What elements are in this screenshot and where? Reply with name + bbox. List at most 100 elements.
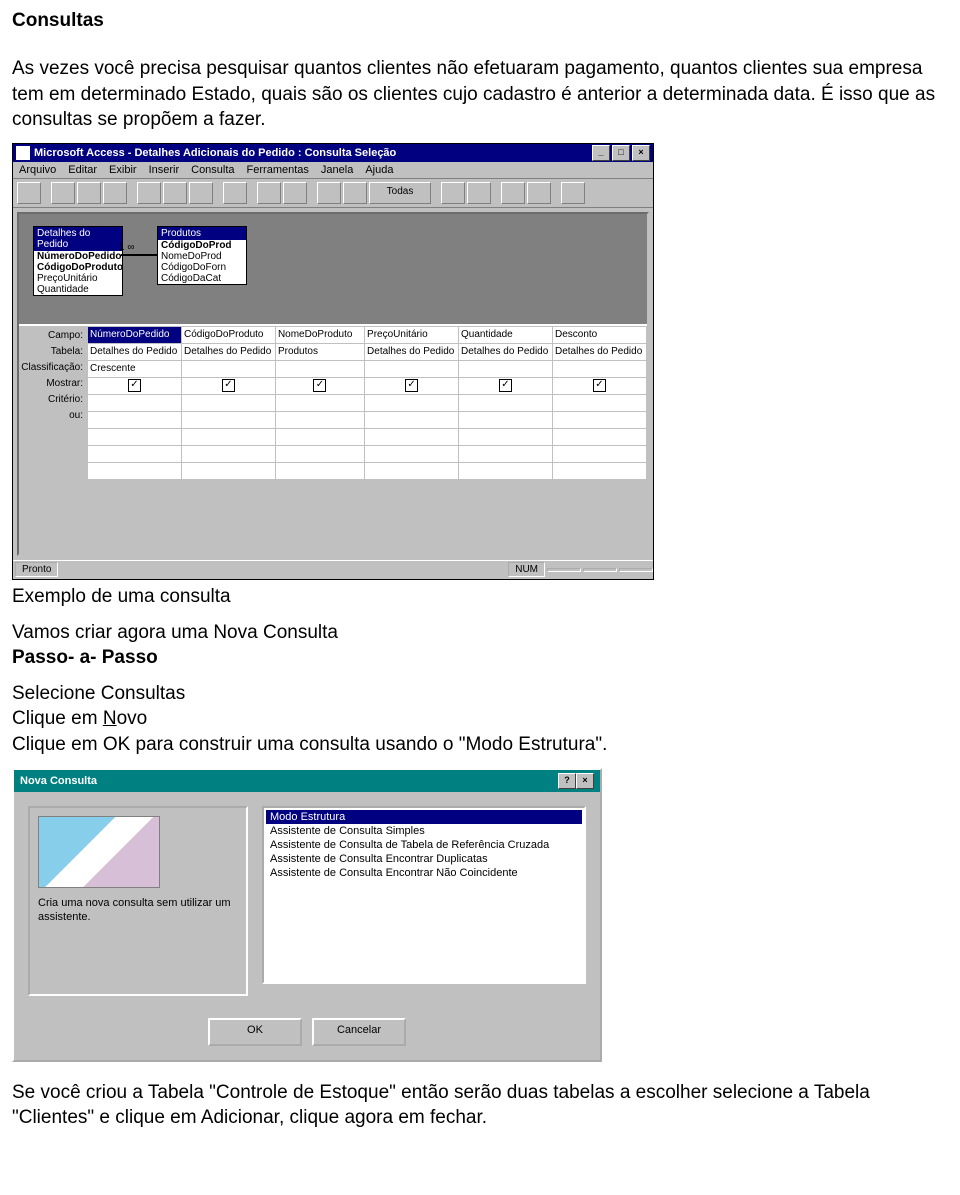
step-intro: Vamos criar agora uma Nova Consulta [12,620,948,646]
cell-check[interactable]: ✓ [88,377,182,394]
nova-consulta-dialog: Nova Consulta ? × Cria uma nova consulta… [12,768,602,1062]
row-mostrar: ✓ ✓ ✓ ✓ ✓ ✓ [88,377,647,394]
list-option-simples[interactable]: Assistente de Consulta Simples [266,824,582,838]
tool-print-icon[interactable] [77,182,101,204]
table-detalhes[interactable]: Detalhes do Pedido NúmeroDoPedido Código… [33,226,123,296]
row-label-criterio: Critério: [19,392,87,408]
table-produtos-title: Produtos [158,227,246,240]
field[interactable]: PreçoUnitário [34,273,122,284]
maximize-button[interactable]: □ [612,145,630,161]
list-option-cruzada[interactable]: Assistente de Consulta de Tabela de Refe… [266,838,582,852]
wizard-illustration-icon [38,816,160,888]
menu-consulta[interactable]: Consulta [191,164,234,176]
dialog-close-button[interactable]: × [576,773,594,789]
cell[interactable] [552,360,646,377]
tool-return-combo[interactable]: Todas [369,182,431,204]
row-tabela: Detalhes do Pedido Detalhes do Pedido Pr… [88,343,647,360]
field[interactable]: NúmeroDoPedido [34,251,122,262]
dialog-help-button[interactable]: ? [558,773,576,789]
caption-exemplo: Exemplo de uma consulta [12,584,948,610]
row-class: Crescente [88,360,647,377]
tool-showtable-icon[interactable] [317,182,341,204]
dialog-titlebar: Nova Consulta ? × [14,770,600,792]
grid-table[interactable]: NúmeroDoPedido CódigoDoProduto NomeDoPro… [87,326,647,480]
field[interactable]: CódigoDoProd [158,240,246,251]
list-option-nao-coincidente[interactable]: Assistente de Consulta Encontrar Não Coi… [266,866,582,880]
tool-properties-icon[interactable] [441,182,465,204]
cell[interactable]: Desconto [552,326,646,343]
tool-preview-icon[interactable] [103,182,127,204]
cell[interactable]: Detalhes do Pedido [181,343,275,360]
relationship-line [121,254,157,256]
cell[interactable]: Detalhes do Pedido [88,343,182,360]
cell[interactable]: Quantidade [459,326,553,343]
query-design-window: Detalhes do Pedido NúmeroDoPedido Código… [17,212,649,556]
relationship-label: 1 ∞ [119,242,134,253]
cell[interactable]: Produtos [275,343,364,360]
tool-dbwindow-icon[interactable] [501,182,525,204]
cell-check[interactable]: ✓ [275,377,364,394]
ok-button[interactable]: OK [208,1018,302,1046]
tool-run-icon[interactable] [283,182,307,204]
tool-querytype-icon[interactable] [257,182,281,204]
close-button[interactable]: × [632,145,650,161]
titlebar: Microsoft Access - Detalhes Adicionais d… [13,144,653,162]
field[interactable]: CódigoDaCat [158,273,246,284]
list-option-duplicatas[interactable]: Assistente de Consulta Encontrar Duplica… [266,852,582,866]
tool-copy-icon[interactable] [163,182,187,204]
cell[interactable] [459,360,553,377]
row-ou [88,411,647,428]
cancelar-button[interactable]: Cancelar [312,1018,406,1046]
tool-save-icon[interactable] [51,182,75,204]
cell-check[interactable]: ✓ [459,377,553,394]
tool-view-icon[interactable] [17,182,41,204]
tool-undo-icon[interactable] [223,182,247,204]
field[interactable]: CódigoDoForn [158,262,246,273]
tool-totals-icon[interactable] [343,182,367,204]
step-c: Clique em OK para construir uma consulta… [12,732,948,758]
row-label-campo: Campo: [19,328,87,344]
dialog-title-text: Nova Consulta [20,775,97,787]
qbe-grid: Campo: Tabela: Classificação: Mostrar: C… [19,326,647,506]
cell-check[interactable]: ✓ [552,377,646,394]
cell[interactable]: Crescente [88,360,182,377]
menu-ferramentas[interactable]: Ferramentas [247,164,309,176]
tool-cut-icon[interactable] [137,182,161,204]
access-window: Microsoft Access - Detalhes Adicionais d… [12,143,654,580]
table-produtos[interactable]: Produtos CódigoDoProd NomeDoProd CódigoD… [157,226,247,285]
row-campo: NúmeroDoPedido CódigoDoProduto NomeDoPro… [88,326,647,343]
tool-newobj-icon[interactable] [527,182,551,204]
minimize-button[interactable]: _ [592,145,610,161]
statusbar: Pronto NUM [13,560,653,579]
dialog-listbox[interactable]: Modo Estrutura Assistente de Consulta Si… [262,806,586,984]
tool-build-icon[interactable] [467,182,491,204]
field[interactable]: Quantidade [34,284,122,295]
menu-editar[interactable]: Editar [68,164,97,176]
cell[interactable]: CódigoDoProduto [181,326,275,343]
cell[interactable]: PreçoUnitário [365,326,459,343]
status-text: Pronto [15,562,58,577]
menu-janela[interactable]: Janela [321,164,353,176]
grid-row-labels: Campo: Tabela: Classificação: Mostrar: C… [19,326,87,424]
field[interactable]: CódigoDoProduto [34,262,122,273]
row-label-ou: ou: [19,408,87,424]
cell-check[interactable]: ✓ [181,377,275,394]
cell[interactable]: Detalhes do Pedido [552,343,646,360]
cell-check[interactable]: ✓ [365,377,459,394]
field[interactable]: NomeDoProd [158,251,246,262]
menu-arquivo[interactable]: Arquivo [19,164,56,176]
window-title: Microsoft Access - Detalhes Adicionais d… [34,147,396,159]
cell[interactable]: Detalhes do Pedido [365,343,459,360]
cell[interactable] [181,360,275,377]
menu-ajuda[interactable]: Ajuda [365,164,393,176]
cell[interactable] [275,360,364,377]
cell[interactable]: Detalhes do Pedido [459,343,553,360]
cell[interactable]: NúmeroDoPedido [88,326,182,343]
tool-help-icon[interactable] [561,182,585,204]
list-option-modo-estrutura[interactable]: Modo Estrutura [266,810,582,824]
menu-inserir[interactable]: Inserir [149,164,180,176]
cell[interactable]: NomeDoProduto [275,326,364,343]
tool-paste-icon[interactable] [189,182,213,204]
menu-exibir[interactable]: Exibir [109,164,137,176]
cell[interactable] [365,360,459,377]
